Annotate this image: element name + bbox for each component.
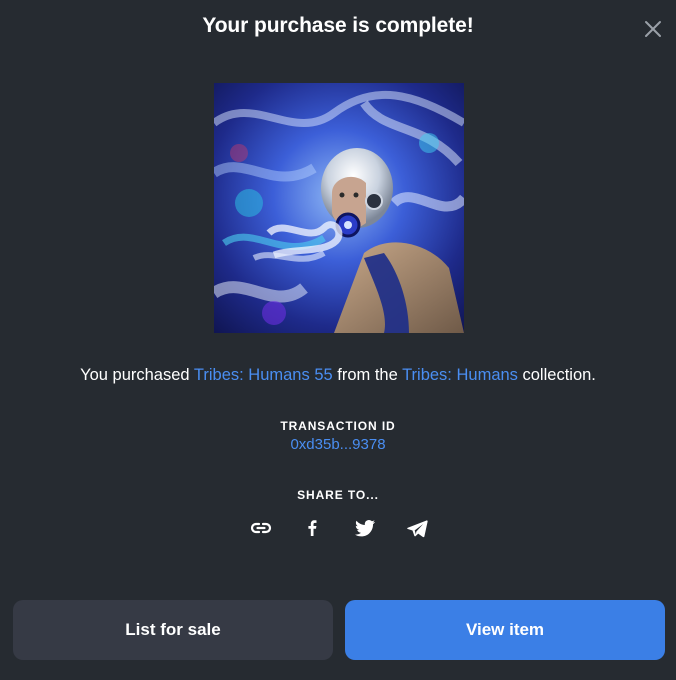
transaction-id-row: 0xd35b...9378 [0,436,676,453]
modal-title: Your purchase is complete! [202,14,474,37]
close-icon[interactable] [642,18,664,40]
facebook-icon[interactable] [300,516,324,540]
purchase-middle: from the [332,366,403,384]
purchase-suffix: collection. [517,366,596,384]
purchase-summary: You purchased Tribes: Humans 55 from the… [0,366,676,385]
transaction-id-label: TRANSACTION ID [280,419,396,433]
nft-artwork-image [214,83,464,333]
list-for-sale-button[interactable]: List for sale [13,600,333,660]
share-buttons [0,516,676,540]
twitter-icon[interactable] [353,516,377,540]
view-item-button[interactable]: View item [345,600,665,660]
collection-link[interactable]: Tribes: Humans [402,366,518,384]
item-link[interactable]: Tribes: Humans 55 [194,366,333,384]
telegram-icon[interactable] [405,516,429,540]
link-icon[interactable] [249,516,273,540]
transaction-id-link[interactable]: 0xd35b...9378 [290,436,385,453]
purchase-prefix: You purchased [80,366,194,384]
share-label: SHARE TO... [297,488,379,502]
purchase-complete-modal: Your purchase is complete! You purchased… [0,0,676,680]
